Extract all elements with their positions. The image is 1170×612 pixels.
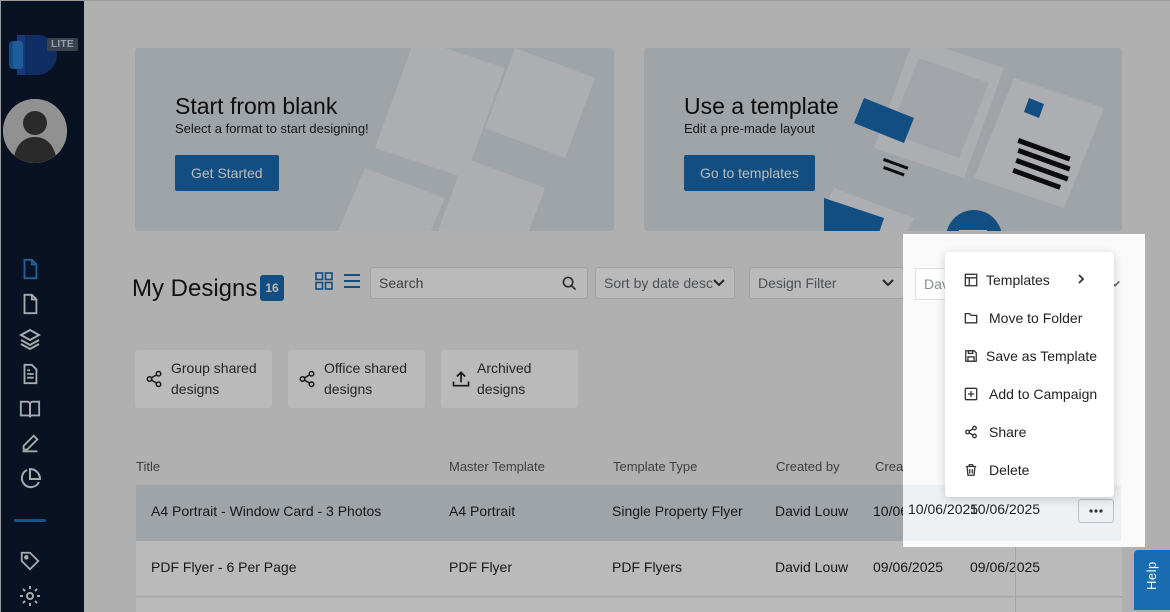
avatar[interactable] (3, 99, 67, 163)
tag-icon[interactable] (16, 547, 44, 575)
document-icon[interactable] (16, 255, 44, 283)
chip-label: Archived designs (477, 360, 532, 397)
menu-item-label: Add to Campaign (989, 386, 1098, 402)
layers-icon[interactable] (16, 325, 44, 353)
designs-count-badge: 16 (260, 275, 284, 301)
get-started-button[interactable]: Get Started (175, 155, 279, 191)
row-modified-on: 09/06/2025 (970, 559, 1041, 575)
row-modified-on: 10/06/2025 (970, 501, 1041, 517)
menu-item-add-to-campaign[interactable]: Add to Campaign (945, 375, 1114, 413)
chevron-down-icon (713, 279, 725, 287)
column-header-template-type[interactable]: Template Type (613, 459, 697, 474)
row-template-type: Single Property Flyer (612, 503, 743, 519)
plus-square-icon (964, 387, 978, 401)
lite-badge: LITE (47, 38, 78, 51)
save-icon (965, 350, 977, 362)
file-icon[interactable] (16, 290, 44, 318)
sort-select[interactable]: Sort by date desc (595, 267, 735, 299)
sidebar-divider (14, 519, 46, 522)
sort-select-value: Sort by date desc (604, 275, 713, 291)
row-context-menu: Templates Move to Folder Save as Templat… (945, 252, 1114, 497)
column-header-title[interactable]: Title (136, 459, 160, 474)
search-input[interactable] (371, 268, 551, 298)
gear-icon[interactable] (16, 582, 44, 610)
hero-subtitle: Edit a pre-made layout (684, 121, 815, 136)
hero-title: Start from blank (175, 93, 338, 119)
templates-illustration (824, 48, 1104, 231)
trash-icon (965, 464, 977, 476)
search-box (370, 267, 588, 299)
menu-item-save-as-template[interactable]: Save as Template (945, 337, 1114, 375)
menu-item-label: Delete (989, 462, 1030, 478)
chip-label: Office shared designs (324, 360, 408, 397)
menu-item-templates[interactable]: Templates (945, 261, 1114, 299)
list-view-icon[interactable] (343, 272, 361, 295)
folder-icon (964, 312, 978, 324)
column-header-created-by[interactable]: Created by (776, 459, 840, 474)
help-button[interactable]: Help (1134, 550, 1170, 610)
row-created-by: David Louw (775, 559, 849, 575)
sidebar: LITE (1, 1, 84, 612)
row-master-template: A4 Portrait (449, 503, 516, 519)
start-from-blank-card[interactable]: Start from blank Select a format to star… (135, 48, 614, 231)
search-icon[interactable] (562, 276, 577, 291)
column-header-master-template[interactable]: Master Template (449, 459, 545, 474)
user-filter-select[interactable]: Dav (915, 268, 949, 300)
upload-icon (452, 371, 470, 387)
chevron-down-icon (882, 279, 894, 287)
menu-item-share[interactable]: Share (945, 413, 1114, 451)
table-row[interactable] (136, 598, 1122, 612)
row-title[interactable]: PDF Flyer - 6 Per Page (151, 559, 297, 575)
share-icon (299, 370, 315, 388)
share-icon (965, 425, 977, 439)
grid-view-icon[interactable] (315, 272, 333, 295)
share-icon (146, 370, 162, 388)
row-created-on: 10/06/2025 (908, 501, 979, 517)
chevron-right-icon (1078, 274, 1085, 284)
row-title[interactable]: A4 Portrait - Window Card - 3 Photos (151, 503, 381, 519)
go-to-templates-button[interactable]: Go to templates (684, 155, 815, 191)
row-master-template: PDF Flyer (449, 559, 512, 575)
pie-chart-icon[interactable] (16, 465, 44, 493)
row-created-by: David Louw (775, 503, 849, 519)
design-filter-select[interactable]: Design Filter (749, 267, 904, 299)
design-filter-value: Design Filter (758, 275, 837, 291)
table-row[interactable]: PDF Flyer - 6 Per Page PDF Flyer PDF Fly… (136, 541, 1122, 597)
file-text-icon[interactable] (16, 360, 44, 388)
office-shared-designs-button[interactable]: Office shared designs (288, 350, 425, 408)
layout-icon (964, 273, 978, 287)
menu-item-label: Save as Template (986, 348, 1098, 364)
page-title: My Designs (132, 275, 258, 302)
menu-item-move-to-folder[interactable]: Move to Folder (945, 299, 1114, 337)
row-actions-button[interactable] (1078, 499, 1114, 523)
book-icon[interactable] (16, 395, 44, 423)
group-shared-designs-button[interactable]: Group shared designs (135, 350, 272, 408)
hero-subtitle: Select a format to start designing! (175, 121, 369, 136)
row-created-on: 09/06/2025 (873, 559, 944, 575)
chip-label: Group shared designs (171, 360, 257, 397)
menu-item-label: Move to Folder (989, 310, 1083, 326)
menu-item-delete[interactable]: Delete (945, 451, 1114, 489)
pen-icon[interactable] (16, 430, 44, 458)
row-template-type: PDF Flyers (612, 559, 682, 575)
blank-pages-illustration (338, 48, 595, 231)
menu-item-label: Templates (986, 272, 1050, 288)
more-horizontal-icon (1089, 509, 1103, 513)
archived-designs-button[interactable]: Archived designs (441, 350, 578, 408)
menu-item-label: Share (989, 424, 1027, 440)
hero-title: Use a template (684, 93, 839, 119)
use-template-card[interactable]: Use a template Edit a pre-made layout Go… (644, 48, 1122, 231)
